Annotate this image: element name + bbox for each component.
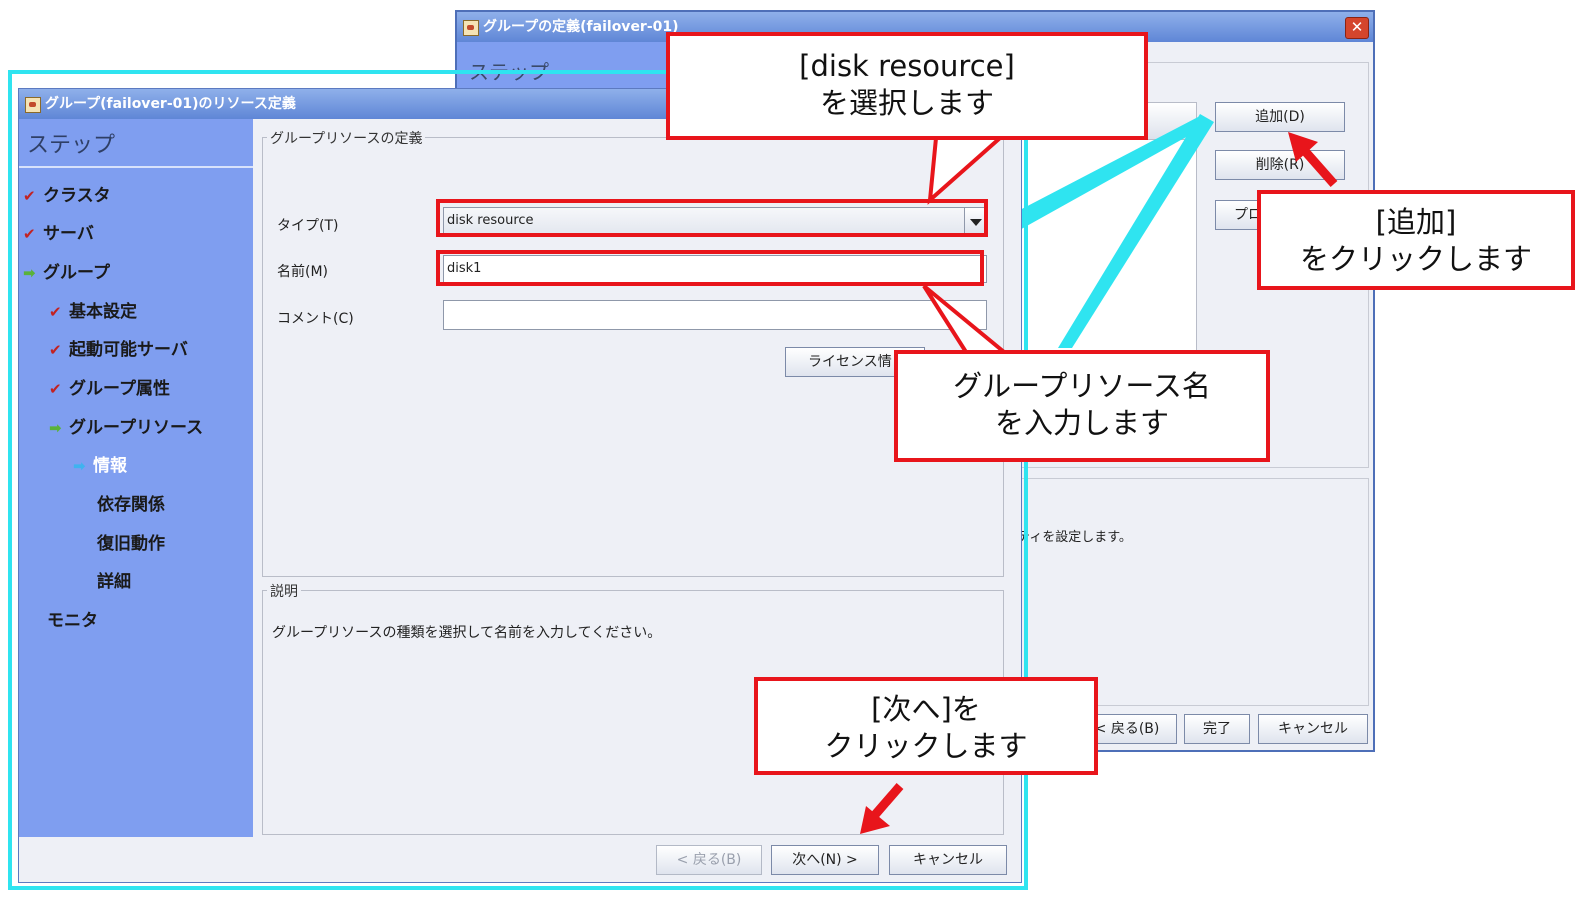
callout-click-add: [追加] をクリックします <box>1257 190 1575 290</box>
callout-click-next: [次へ]を クリックします <box>754 677 1098 775</box>
callout-select-resource: [disk resource] を選択します <box>666 32 1148 140</box>
callout-enter-name: グループリソース名 を入力します <box>894 350 1270 462</box>
